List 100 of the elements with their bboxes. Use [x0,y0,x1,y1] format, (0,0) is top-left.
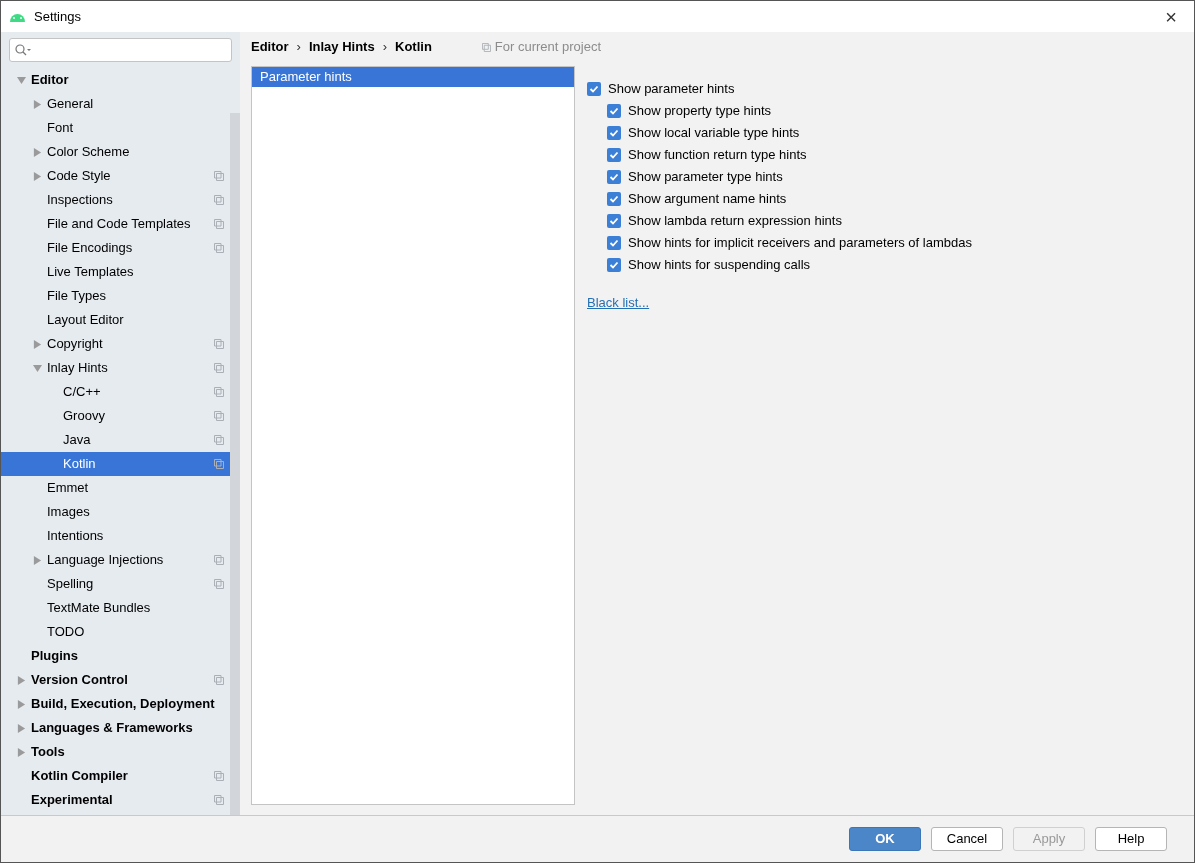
breadcrumb-item[interactable]: Kotlin [395,37,432,57]
tree-item[interactable]: C/C++ [1,380,230,404]
list-item[interactable]: Parameter hints [252,67,574,87]
tree-item[interactable]: Build, Execution, Deployment [1,692,230,716]
checkbox[interactable] [587,82,601,96]
checkmark-icon [609,216,619,226]
checkmark-icon [589,84,599,94]
expand-arrow-icon[interactable] [17,747,26,757]
tree-item[interactable]: Experimental [1,788,230,812]
checkmark-icon [609,194,619,204]
tree-item[interactable]: TextMate Bundles [1,596,230,620]
tree-item[interactable]: File Encodings [1,236,230,260]
copy-icon [214,411,224,421]
expand-arrow-icon[interactable] [17,699,26,709]
copy-icon [214,459,224,469]
checkbox[interactable] [607,170,621,184]
copy-icon [214,195,224,205]
tree-item[interactable]: Tools [1,740,230,764]
checkbox[interactable] [607,104,621,118]
expand-arrow-icon[interactable] [17,675,26,685]
copy-icon [214,435,224,445]
expand-arrow-icon[interactable] [33,147,42,157]
tree-item[interactable]: Inlay Hints [1,356,230,380]
tree-item[interactable]: Kotlin Compiler [1,764,230,788]
checkmark-icon [609,260,619,270]
tree-item[interactable]: Languages & Frameworks [1,716,230,740]
copy-icon [214,795,224,805]
tree-item[interactable]: Spelling [1,572,230,596]
copy-icon [481,42,491,52]
scope-label: For current project [494,38,602,57]
copy-icon [214,339,224,349]
checkbox[interactable] [607,214,621,228]
dialog-button[interactable]: Help [1095,827,1167,851]
copy-icon [214,363,224,373]
tree-item[interactable]: Live Templates [1,260,230,284]
breadcrumb-item[interactable]: Editor [251,37,289,57]
checkmark-icon [609,106,619,116]
tree-item[interactable]: Groovy [1,404,230,428]
checkbox-label: Show hints for suspending calls [628,256,811,275]
tree-item[interactable]: File Types [1,284,230,308]
checkmark-icon [609,128,619,138]
tree-item[interactable]: Version Control [1,668,230,692]
tree-item[interactable]: Plugins [1,644,230,668]
dialog-button[interactable]: OK [849,827,921,851]
checkmark-icon [609,238,619,248]
copy-icon [214,219,224,229]
android-logo-icon [9,11,26,22]
scrollbar[interactable] [230,113,240,815]
copy-icon [214,243,224,253]
checkbox[interactable] [607,126,621,140]
checkbox-label: Show hints for implicit receivers and parameters of lambdas [628,234,972,253]
expand-arrow-icon[interactable] [17,723,26,733]
checkbox[interactable] [607,192,621,206]
checkbox-label: Show property type hints [628,102,772,121]
expand-arrow-icon[interactable] [33,555,42,565]
copy-icon [214,555,224,565]
tree-item[interactable]: Java [1,428,230,452]
checkmark-icon [609,150,619,160]
collapse-arrow-icon[interactable] [17,75,26,85]
tree-item[interactable]: Layout Editor [1,308,230,332]
checkbox[interactable] [607,148,621,162]
search-field[interactable] [9,38,232,62]
copy-icon [214,675,224,685]
expand-arrow-icon[interactable] [33,339,42,349]
tree-item[interactable]: Copyright [1,332,230,356]
breadcrumb-item[interactable]: Inlay Hints [308,37,375,57]
tree-item[interactable]: Code Style [1,164,230,188]
checkbox[interactable] [607,258,621,272]
checkbox-label: Show lambda return expression hints [628,212,842,231]
tree-item[interactable]: Images [1,500,230,524]
tree-item[interactable]: Emmet [1,476,230,500]
checkbox-label: Show parameter type hints [628,168,783,187]
tree-item[interactable]: Font [1,116,230,140]
tree-item[interactable]: Editor [1,68,230,92]
tree-item[interactable]: File and Code Templates [1,212,230,236]
search-icon [15,44,32,56]
window-title: Settings [34,7,81,26]
expand-arrow-icon[interactable] [33,171,42,181]
checkbox-label: Show local variable type hints [628,124,800,143]
checkbox-label: Show function return type hints [628,146,807,165]
tree-item[interactable]: Inspections [1,188,230,212]
tree-item[interactable]: Language Injections [1,548,230,572]
tree-item[interactable]: General [1,92,230,116]
copy-icon [214,387,224,397]
checkbox-label: Show parameter hints [608,80,735,99]
tree-item[interactable]: Color Scheme [1,140,230,164]
tree-item[interactable]: TODO [1,620,230,644]
tree-item[interactable]: Intentions [1,524,230,548]
collapse-arrow-icon[interactable] [33,363,42,373]
copy-icon [214,579,224,589]
checkbox[interactable] [607,236,621,250]
dialog-button[interactable]: Cancel [931,827,1003,851]
checkbox-label: Show argument name hints [628,190,787,209]
tree-item[interactable]: Kotlin [1,452,230,476]
checkmark-icon [609,172,619,182]
breadcrumb-separator: › [296,38,301,57]
expand-arrow-icon[interactable] [33,99,42,109]
copy-icon [214,771,224,781]
exclusion-list-link[interactable]: Black list... [587,293,650,313]
close-button[interactable]: × [1148,1,1194,32]
